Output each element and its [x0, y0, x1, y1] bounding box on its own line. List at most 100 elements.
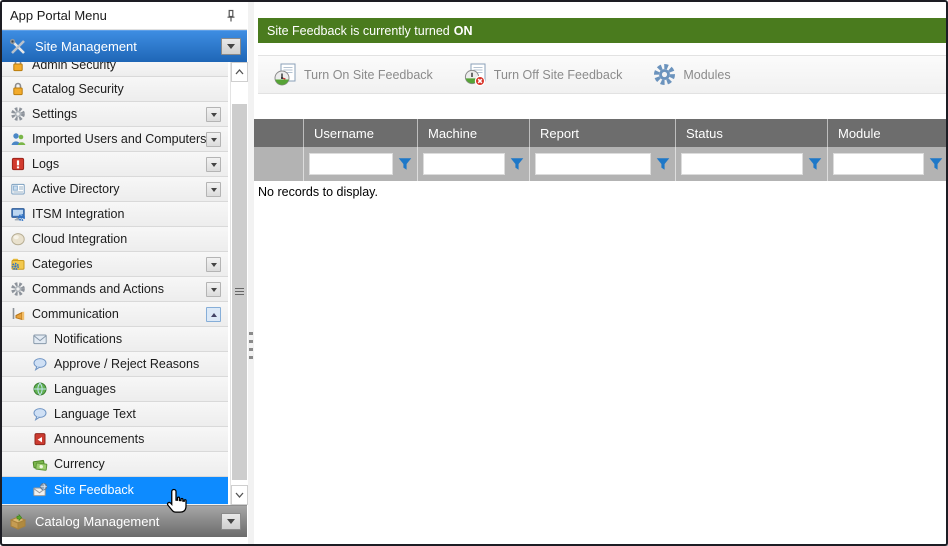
- scroll-up-button[interactable]: [231, 62, 248, 82]
- filter-funnel-icon[interactable]: [509, 156, 525, 172]
- sidebar-scrollbar[interactable]: [230, 62, 247, 505]
- turn-on-icon: [273, 62, 298, 87]
- sidebar-item-imported-users-and-computers[interactable]: Imported Users and Computers: [2, 127, 228, 152]
- speech-bubble-icon: [32, 356, 48, 372]
- scrollbar-grip-icon: [235, 288, 244, 296]
- group-label: Site Management: [35, 39, 221, 54]
- filter-input-username[interactable]: [309, 153, 393, 175]
- sidebar-item-itsm-integration[interactable]: ITSM Integration: [2, 202, 228, 227]
- monitor-gear-icon: [10, 206, 26, 222]
- main-content: Site Feedback is currently turned ON Tur…: [254, 2, 946, 544]
- expand-button[interactable]: [206, 107, 221, 122]
- sidebar-group-site-management[interactable]: Site Management: [2, 30, 247, 62]
- gear-icon: [10, 281, 26, 297]
- expand-button[interactable]: [206, 282, 221, 297]
- status-state: ON: [454, 24, 473, 38]
- filter-funnel-icon[interactable]: [655, 156, 671, 172]
- sidebar: App Portal Menu Site Management: [2, 2, 247, 537]
- group-expand-button[interactable]: [221, 513, 241, 530]
- sidebar-item-approve-reject-reasons[interactable]: Approve / Reject Reasons: [2, 352, 228, 377]
- sidebar-title: App Portal Menu: [10, 8, 223, 23]
- column-header-module[interactable]: Module: [828, 119, 948, 147]
- sidebar-item-active-directory[interactable]: Active Directory: [2, 177, 228, 202]
- sidebar-item-cloud-integration[interactable]: Cloud Integration: [2, 227, 228, 252]
- sidebar-item-commands-and-actions[interactable]: Commands and Actions: [2, 277, 228, 302]
- sidebar-group-catalog-management[interactable]: Catalog Management: [2, 505, 247, 537]
- filter-funnel-icon[interactable]: [807, 156, 823, 172]
- status-text: Site Feedback is currently turned: [267, 24, 450, 38]
- turn-off-site-feedback-button[interactable]: Turn Off Site Feedback: [454, 57, 636, 92]
- contact-card-icon: [10, 181, 26, 197]
- column-header-report[interactable]: Report: [530, 119, 676, 147]
- filter-input-status[interactable]: [681, 153, 803, 175]
- empty-records-message: No records to display.: [256, 183, 380, 201]
- group-collapse-button[interactable]: [221, 38, 241, 55]
- expand-button[interactable]: [206, 257, 221, 272]
- group-label: Catalog Management: [35, 514, 221, 529]
- modules-button[interactable]: Modules: [643, 57, 743, 92]
- cloud-icon: [10, 231, 26, 247]
- lock-icon: [10, 81, 26, 97]
- pin-icon[interactable]: [223, 8, 239, 24]
- filter-input-report[interactable]: [535, 153, 651, 175]
- megaphone-icon: [10, 306, 26, 322]
- sidebar-item-notifications[interactable]: Notifications: [2, 327, 228, 352]
- sidebar-menu-list: Admin Security Catalog Security Settings: [2, 62, 228, 505]
- column-header-username[interactable]: Username: [304, 119, 418, 147]
- sidebar-item-language-text[interactable]: Language Text: [2, 402, 228, 427]
- sidebar-item-catalog-security[interactable]: Catalog Security: [2, 77, 228, 102]
- filter-cell-username: [304, 147, 418, 181]
- column-header-indicator[interactable]: [254, 119, 304, 147]
- sidebar-item-admin-security[interactable]: Admin Security: [2, 62, 228, 77]
- scroll-down-button[interactable]: [231, 485, 248, 505]
- package-box-icon: [8, 512, 28, 532]
- envelope-icon: [32, 331, 48, 347]
- expand-button[interactable]: [206, 157, 221, 172]
- sidebar-item-categories[interactable]: Categories: [2, 252, 228, 277]
- gear-icon: [10, 106, 26, 122]
- scrollbar-thumb[interactable]: [232, 104, 247, 480]
- sidebar-item-communication[interactable]: Communication: [2, 302, 228, 327]
- app-portal-window: App Portal Menu Site Management: [0, 0, 948, 546]
- filter-funnel-icon[interactable]: [397, 156, 413, 172]
- sidebar-item-logs[interactable]: Logs: [2, 152, 228, 177]
- expand-button[interactable]: [206, 182, 221, 197]
- filter-funnel-icon[interactable]: [928, 156, 944, 172]
- sidebar-item-site-feedback[interactable]: Site Feedback: [2, 477, 228, 504]
- folder-gear-icon: [10, 256, 26, 272]
- sidebar-title-bar: App Portal Menu: [2, 2, 247, 30]
- status-banner: Site Feedback is currently turned ON: [258, 18, 946, 43]
- splitter-grip-icon: [249, 332, 253, 362]
- grid-filter-row: [254, 147, 948, 181]
- sidebar-item-currency[interactable]: Currency: [2, 452, 228, 477]
- toolbar: Turn On Site Feedback Turn Off Site Feed…: [258, 55, 946, 94]
- sidebar-item-announcements[interactable]: Announcements: [2, 427, 228, 452]
- collapse-button[interactable]: [206, 307, 221, 322]
- speech-bubble-icon: [32, 406, 48, 422]
- expand-button[interactable]: [206, 132, 221, 147]
- turn-on-site-feedback-button[interactable]: Turn On Site Feedback: [264, 57, 446, 92]
- announcement-icon: [32, 431, 48, 447]
- filter-cell-report: [530, 147, 676, 181]
- feedback-envelope-icon: [32, 482, 48, 498]
- tools-icon: [8, 37, 28, 57]
- sidebar-item-settings[interactable]: Settings: [2, 102, 228, 127]
- modules-gear-icon: [652, 62, 677, 87]
- filter-cell-machine: [418, 147, 530, 181]
- filter-input-module[interactable]: [833, 153, 924, 175]
- users-icon: [10, 131, 26, 147]
- money-icon: [32, 456, 48, 472]
- turn-off-icon: [463, 62, 488, 87]
- filter-cell-status: [676, 147, 828, 181]
- filter-input-machine[interactable]: [423, 153, 505, 175]
- log-alert-icon: [10, 156, 26, 172]
- column-header-status[interactable]: Status: [676, 119, 828, 147]
- sidebar-item-languages[interactable]: Languages: [2, 377, 228, 402]
- column-header-machine[interactable]: Machine: [418, 119, 530, 147]
- filter-cell-indicator: [254, 147, 304, 181]
- lock-icon: [10, 62, 26, 73]
- filter-cell-module: [828, 147, 948, 181]
- feedback-grid: Username Machine Report Status Module: [254, 119, 948, 181]
- globe-icon: [32, 381, 48, 397]
- grid-header-row: Username Machine Report Status Module: [254, 119, 948, 147]
